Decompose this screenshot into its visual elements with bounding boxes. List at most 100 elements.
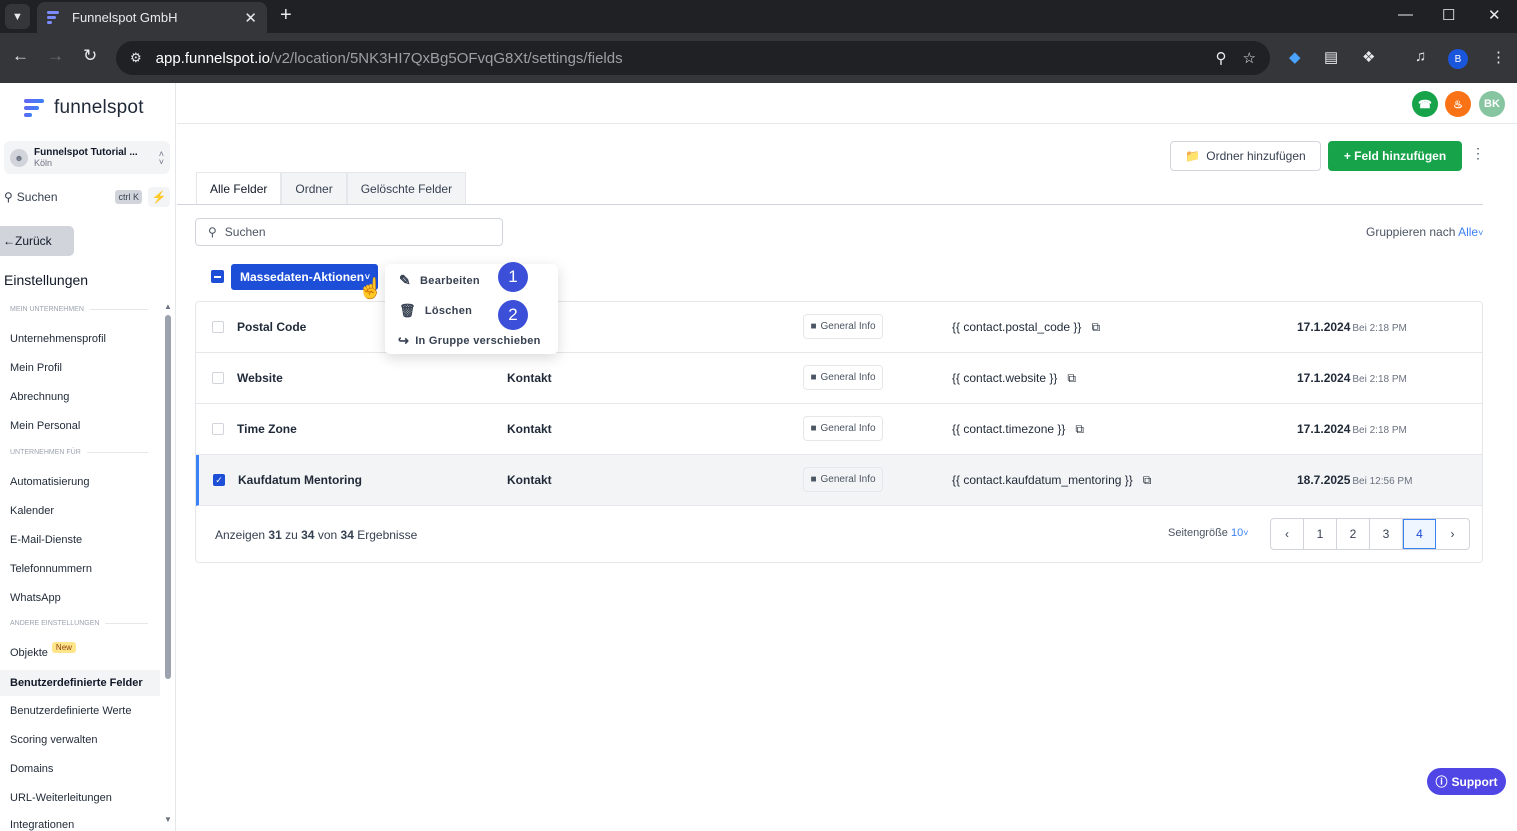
forward-arrow-icon[interactable]: →	[47, 47, 64, 64]
sidebar-item-objekte[interactable]: Objekte New	[0, 640, 160, 666]
folder-badge[interactable]: ■ General Info	[803, 365, 883, 390]
field-date: 17.1.2024	[1297, 422, 1351, 436]
phone-icon[interactable]: ☎	[1412, 91, 1438, 117]
row-checkbox[interactable]	[212, 372, 224, 384]
menu-item-bearbeiten[interactable]: ✎ Bearbeiten	[399, 272, 480, 289]
field-time: Bei 12:56 PM	[1352, 476, 1413, 487]
row-checkbox-checked[interactable]: ✓	[213, 474, 225, 486]
sidebar-search[interactable]: ⚲ Suchen ctrl K	[4, 187, 142, 207]
chevron-down-icon: ˅	[1243, 528, 1249, 538]
dev-extension-icon[interactable]: ▤	[1324, 48, 1338, 66]
folder-badge[interactable]: ■ General Info	[803, 467, 883, 492]
extensions-puzzle-icon[interactable]: ❖	[1362, 48, 1375, 66]
table-row-selected[interactable]: ✓ Kaufdatum Mentoring Kontakt ■ General I…	[196, 455, 1482, 506]
folder-icon: ■	[810, 372, 817, 383]
sidebar-item-automatisierung[interactable]: Automatisierung	[0, 469, 160, 495]
sidebar-item-benutzerdefinierte-felder[interactable]: Benutzerdefinierte Felder	[0, 670, 160, 696]
profile-avatar[interactable]: B	[1448, 49, 1468, 69]
sidebar-item-scoring-verwalten[interactable]: Scoring verwalten	[0, 727, 160, 753]
field-object: Kontakt	[507, 473, 552, 487]
select-all-checkbox[interactable]	[211, 270, 224, 283]
minimize-icon[interactable]: —	[1398, 6, 1413, 23]
hand-cursor-icon: ☝	[358, 278, 383, 300]
table-row[interactable]: Time Zone Kontakt ■ General Info {{ conta…	[196, 404, 1482, 455]
copy-icon[interactable]: ⧉	[1075, 422, 1084, 437]
sidebar-item-email-dienste[interactable]: E-Mail-Dienste	[0, 527, 160, 553]
folder-icon: ■	[810, 474, 817, 485]
sidebar-scrollbar-thumb[interactable]	[165, 315, 171, 679]
back-button[interactable]: ← Zurück	[0, 226, 74, 256]
extension-icon[interactable]: ◆	[1289, 48, 1301, 66]
copy-icon[interactable]: ⧉	[1091, 320, 1100, 335]
copy-icon[interactable]: ⧉	[1143, 473, 1152, 488]
browser-menu-icon[interactable]: ⋮	[1491, 48, 1506, 66]
sidebar-item-mein-personal[interactable]: Mein Personal	[0, 413, 160, 439]
sidebar-item-kalender[interactable]: Kalender	[0, 498, 160, 524]
table-row[interactable]: Website Kontakt ■ General Info {{ contact…	[196, 353, 1482, 404]
close-window-icon[interactable]: ✕	[1488, 6, 1501, 24]
next-page-chevron-icon[interactable]: ›	[1436, 519, 1469, 549]
copy-icon[interactable]: ⧉	[1067, 371, 1076, 386]
bulk-actions-button[interactable]: Massedaten-Aktionen ˅	[231, 264, 378, 290]
tab-ordner[interactable]: Ordner	[281, 172, 347, 205]
tab-geloeschte-felder[interactable]: Gelöschte Felder	[346, 172, 467, 205]
sidebar-item-whatsapp[interactable]: WhatsApp	[0, 585, 160, 611]
page-button-2[interactable]: 2	[1337, 519, 1370, 549]
tab-alle-felder[interactable]: Alle Felder	[196, 172, 282, 205]
group-by-selector[interactable]: Gruppieren nach Alle˅	[1366, 225, 1483, 239]
search-input[interactable]: ⚲ Suchen	[195, 218, 503, 246]
bookmark-star-icon[interactable]: ☆	[1243, 49, 1256, 67]
site-settings-icon[interactable]: ⚙	[130, 50, 142, 66]
reload-icon[interactable]: ↻	[83, 47, 97, 64]
page-size-selector[interactable]: Seitengröße 10˅	[1168, 527, 1249, 539]
scroll-up-arrow-icon[interactable]: ▲	[164, 302, 172, 311]
sidebar-item-telefonnummern[interactable]: Telefonnummern	[0, 556, 160, 582]
sidebar-item-domains[interactable]: Domains	[0, 756, 160, 782]
add-folder-button[interactable]: 📁 Ordner hinzufügen	[1170, 141, 1321, 171]
scroll-down-arrow-icon[interactable]: ▼	[164, 815, 172, 824]
folder-icon: ■	[810, 423, 817, 434]
notification-bell-icon[interactable]: ♨	[1445, 91, 1471, 117]
sidebar-item-mein-profil[interactable]: Mein Profil	[0, 355, 160, 381]
search-placeholder: Suchen	[224, 225, 266, 239]
prev-page-chevron-icon[interactable]: ‹	[1271, 519, 1304, 549]
quick-actions-bolt-icon[interactable]: ⚡	[148, 187, 170, 207]
section-label: MEIN UNTERNEHMEN	[10, 306, 148, 313]
media-control-icon[interactable]: ♫	[1415, 48, 1426, 65]
logo[interactable]: funnelspot	[24, 97, 144, 119]
new-tab-button[interactable]: +	[280, 5, 292, 25]
folder-badge[interactable]: ■ General Info	[803, 314, 883, 339]
sidebar-item-benutzerdefinierte-werte[interactable]: Benutzerdefinierte Werte	[0, 698, 160, 724]
tab-search-button[interactable]: ▼	[5, 4, 30, 29]
tab-title: Funnelspot GmbH	[72, 10, 178, 25]
sidebar-item-integrationen[interactable]: Integrationen	[0, 813, 160, 831]
folder-badge[interactable]: ■ General Info	[803, 416, 883, 441]
page-button-3[interactable]: 3	[1370, 519, 1403, 549]
field-date: 17.1.2024	[1297, 320, 1351, 334]
add-field-button[interactable]: + Feld hinzufügen	[1328, 141, 1462, 171]
menu-item-in-gruppe-verschieben[interactable]: ↪ In Gruppe verschieben	[398, 333, 541, 349]
support-button[interactable]: ⓘ Support	[1427, 768, 1506, 795]
url-path: /v2/location/5NK3HI7QxBg5OFvqG8Xt/settin…	[269, 49, 623, 67]
field-key: {{ contact.timezone }}	[952, 422, 1066, 436]
close-tab-icon[interactable]: ✕	[244, 9, 257, 27]
row-checkbox[interactable]	[212, 423, 224, 435]
back-arrow-icon[interactable]: ←	[12, 47, 29, 64]
user-avatar[interactable]: BK	[1479, 91, 1505, 117]
tab-strip: ▼ Funnelspot GmbH ✕ + — ☐ ✕	[0, 0, 1517, 33]
maximize-icon[interactable]: ☐	[1442, 6, 1455, 24]
address-bar[interactable]: ⚙ app.funnelspot.io/v2/location/5NK3HI7Q…	[116, 41, 1270, 75]
more-options-icon[interactable]: ⋮	[1471, 146, 1485, 160]
field-name: Kaufdatum Mentoring	[238, 473, 362, 487]
browser-tab[interactable]: Funnelspot GmbH ✕	[37, 2, 267, 33]
row-checkbox[interactable]	[212, 321, 224, 333]
browser-toolbar: ← → ↻ ⚙ app.funnelspot.io/v2/location/5N…	[0, 33, 1517, 83]
menu-item-loeschen[interactable]: 🗑 Löschen	[399, 303, 472, 319]
location-switcher[interactable]: ☻ Funnelspot Tutorial ... Köln ˄ ˅	[4, 141, 170, 174]
page-button-1[interactable]: 1	[1304, 519, 1337, 549]
sidebar-item-unternehmensprofil[interactable]: Unternehmensprofil	[0, 326, 160, 352]
sidebar-item-abrechnung[interactable]: Abrechnung	[0, 384, 160, 410]
sidebar-item-url-weiterleitungen[interactable]: URL-Weiterleitungen	[0, 785, 160, 811]
page-button-4[interactable]: 4	[1403, 519, 1436, 549]
zoom-icon[interactable]: ⚲	[1216, 49, 1227, 67]
